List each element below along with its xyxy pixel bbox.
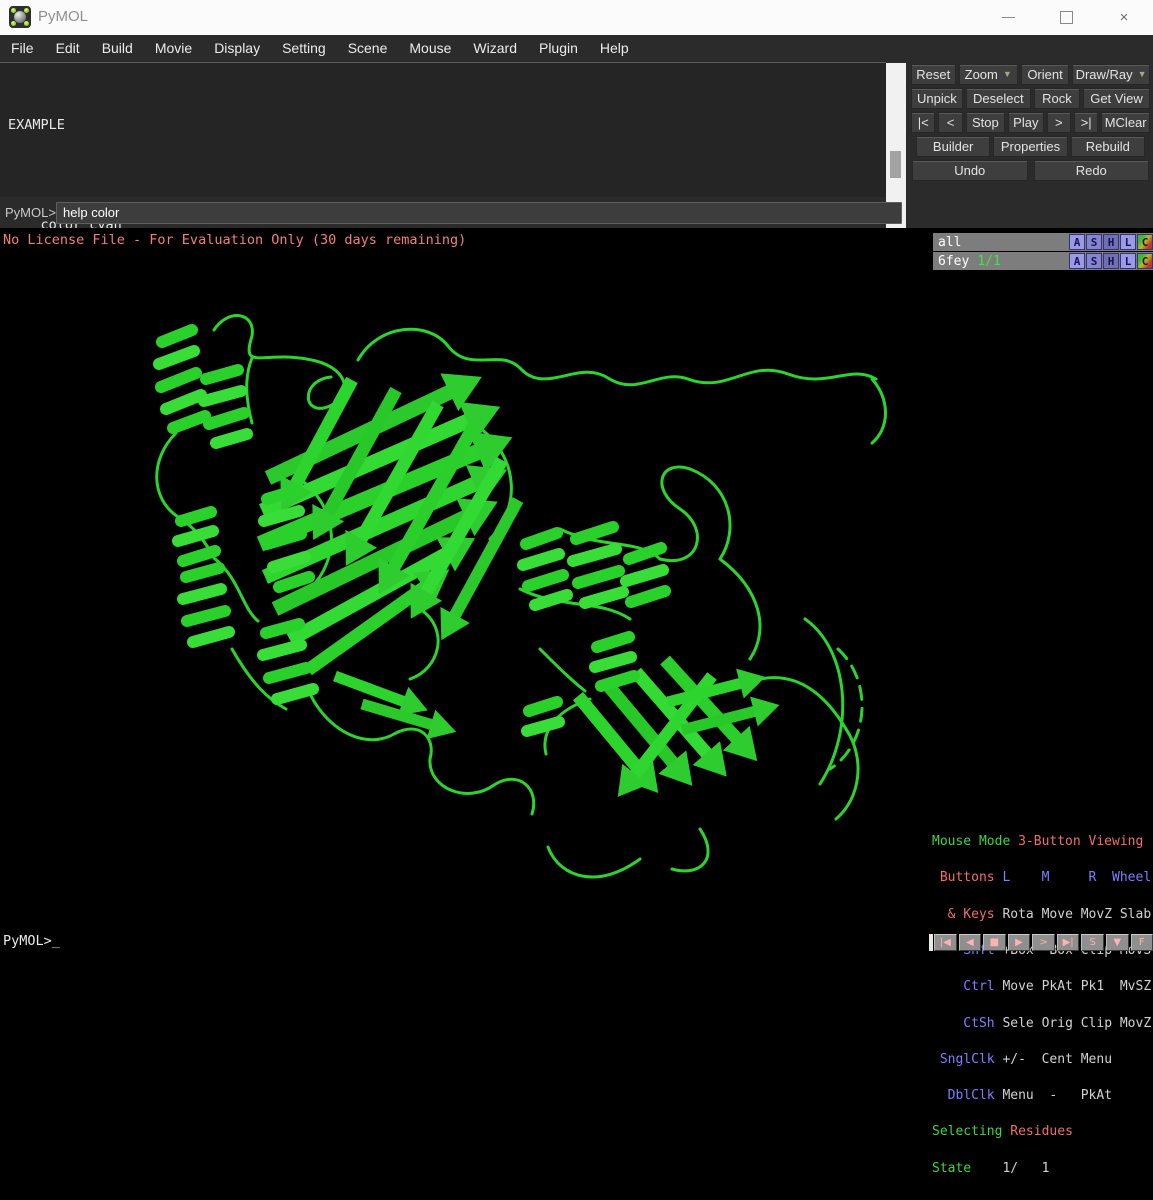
console-line — [8, 166, 886, 184]
mclear-button[interactable]: MClear — [1101, 112, 1150, 133]
dropdown-icon[interactable]: ▼ — [1106, 934, 1129, 951]
play-button[interactable]: Play — [1008, 112, 1044, 133]
console-line: EXAMPLE — [8, 116, 886, 134]
draw-ray-button[interactable]: Draw/Ray▼ — [1072, 64, 1150, 85]
viewport-prompt: PyMOL>_ — [3, 933, 60, 949]
mouse-panel-line: Buttons L M R Wheel — [932, 872, 1153, 884]
mouse-panel-line: DblClk Menu - PkAt — [932, 1090, 1153, 1102]
viewport-canvas[interactable]: No License File - For Evaluation Only (3… — [0, 228, 1153, 952]
close-icon[interactable]: × — [1095, 0, 1153, 35]
properties-button[interactable]: Properties — [993, 136, 1067, 157]
action-menu-button[interactable]: A — [1069, 253, 1085, 269]
menu-wizard[interactable]: Wizard — [462, 35, 528, 62]
builder-button[interactable]: Builder — [916, 136, 990, 157]
stop-button[interactable]: Stop — [966, 112, 1005, 133]
menu-setting[interactable]: Setting — [271, 35, 337, 62]
chevron-down-icon: ▼ — [1138, 70, 1147, 79]
step-back-icon[interactable]: ◀ — [959, 934, 982, 951]
object-row-all[interactable]: all A S H L C — [933, 233, 1153, 251]
title-bar: PyMOL × — [0, 0, 1153, 35]
redo-button[interactable]: Redo — [1034, 160, 1150, 181]
play-icon[interactable]: ▶ — [1008, 934, 1031, 951]
license-notice: No License File - For Evaluation Only (3… — [3, 232, 466, 248]
object-name: 6fey — [938, 254, 969, 269]
action-menu-button[interactable]: A — [1069, 234, 1085, 250]
object-panel: all A S H L C 6fey 1/1 A S H L C — [933, 233, 1153, 271]
step-forward-icon[interactable]: > — [1032, 934, 1055, 951]
window-title: PyMOL — [38, 8, 88, 25]
object-row-6fey[interactable]: 6fey 1/1 A S H L C — [933, 252, 1153, 270]
menu-edit[interactable]: Edit — [45, 35, 91, 62]
show-menu-button[interactable]: S — [1086, 234, 1102, 250]
object-name: all — [938, 235, 961, 250]
menu-build[interactable]: Build — [91, 35, 144, 62]
pymol-app-icon — [9, 6, 31, 28]
zoom-button[interactable]: Zoom▼ — [959, 64, 1018, 85]
movie-end-button[interactable]: >| — [1074, 112, 1098, 133]
menu-bar: File Edit Build Movie Display Setting Sc… — [0, 35, 1153, 62]
deselect-button[interactable]: Deselect — [966, 88, 1031, 109]
menu-help[interactable]: Help — [589, 35, 640, 62]
mouse-panel-line: CtSh Sele Orig Clip MovZ — [932, 1018, 1153, 1030]
movie-control-bar: |◀ ◀ ■ ▶ > ▶| S ▼ F — [934, 934, 1153, 951]
mouse-panel-line: State 1/ 1 — [932, 1163, 1153, 1175]
menu-display[interactable]: Display — [203, 35, 271, 62]
mouse-panel-line: Ctrl Move PkAt Pk1 MvSZ — [932, 981, 1153, 993]
movie-bar-divider — [929, 934, 933, 951]
prompt-label: PyMOL> — [5, 205, 56, 220]
stop-icon[interactable]: ■ — [983, 934, 1006, 951]
menu-mouse[interactable]: Mouse — [398, 35, 462, 62]
mouse-panel-line: Mouse Mode 3-Button Viewing — [932, 836, 1153, 848]
orient-button[interactable]: Orient — [1021, 64, 1069, 85]
mouse-panel-line: Selecting Residues — [932, 1126, 1153, 1138]
menu-scene[interactable]: Scene — [337, 35, 399, 62]
undo-button[interactable]: Undo — [912, 160, 1028, 181]
rock-button[interactable]: Rock — [1034, 88, 1080, 109]
fullscreen-button[interactable]: F — [1131, 934, 1153, 951]
get-view-button[interactable]: Get View — [1083, 88, 1150, 109]
reset-button[interactable]: Reset — [911, 64, 956, 85]
color-menu-button[interactable]: C — [1137, 234, 1153, 250]
minimize-icon[interactable] — [979, 0, 1037, 35]
movie-back-button[interactable]: < — [938, 112, 962, 133]
control-panel: Reset Zoom▼ Orient Draw/Ray▼ Unpick Dese… — [908, 62, 1153, 228]
mouse-mode-panel: Mouse Mode 3-Button Viewing Buttons L M … — [932, 812, 1153, 1199]
skip-end-icon[interactable]: ▶| — [1057, 934, 1080, 951]
scrollbar-thumb[interactable] — [890, 151, 901, 178]
unpick-button[interactable]: Unpick — [911, 88, 963, 109]
command-input[interactable]: help color — [56, 202, 902, 224]
movie-start-button[interactable]: |< — [911, 112, 935, 133]
scene-loop-button[interactable]: S — [1081, 934, 1104, 951]
maximize-icon[interactable] — [1037, 0, 1095, 35]
mouse-panel-line: & Keys Rota Move MovZ Slab — [932, 909, 1153, 921]
upper-workspace: EXAMPLE color cyan color yellow, chain A… — [0, 62, 1153, 228]
label-menu-button[interactable]: L — [1120, 234, 1136, 250]
show-menu-button[interactable]: S — [1086, 253, 1102, 269]
movie-forward-button[interactable]: > — [1047, 112, 1071, 133]
command-row: PyMOL> help color — [0, 200, 908, 227]
color-menu-button[interactable]: C — [1137, 253, 1153, 269]
rewind-start-icon[interactable]: |◀ — [934, 934, 957, 951]
object-state: 1/1 — [977, 254, 1000, 269]
output-console: EXAMPLE color cyan color yellow, chain A — [0, 62, 886, 197]
menu-plugin[interactable]: Plugin — [528, 35, 589, 62]
hide-menu-button[interactable]: H — [1103, 253, 1119, 269]
chevron-down-icon: ▼ — [1003, 70, 1012, 79]
rebuild-button[interactable]: Rebuild — [1071, 136, 1145, 157]
mouse-panel-line: SnglClk +/- Cent Menu — [932, 1054, 1153, 1066]
menu-file[interactable]: File — [0, 35, 45, 62]
menu-movie[interactable]: Movie — [144, 35, 203, 62]
hide-menu-button[interactable]: H — [1103, 234, 1119, 250]
label-menu-button[interactable]: L — [1120, 253, 1136, 269]
